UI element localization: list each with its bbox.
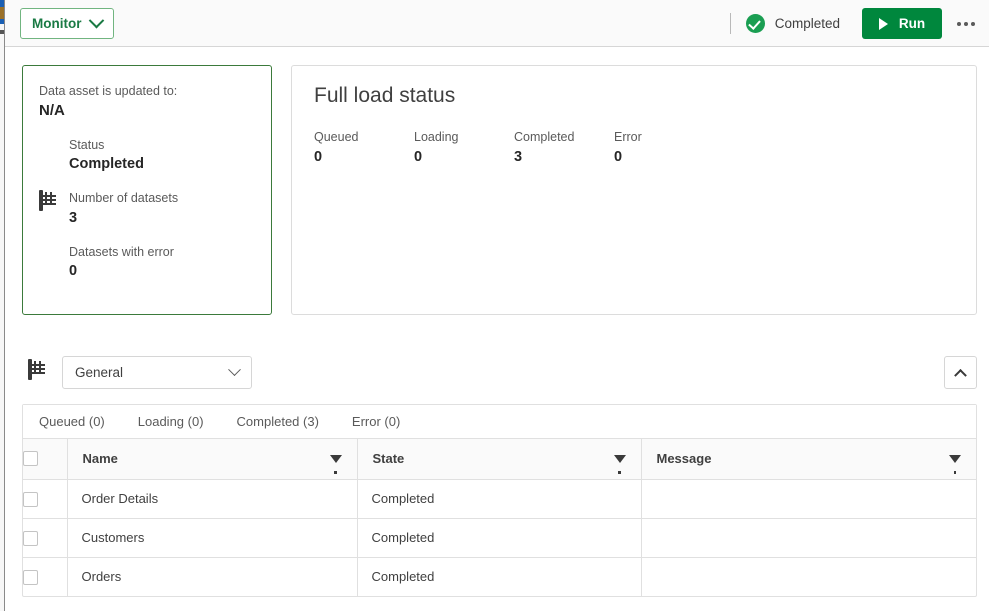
datasets-table: Name State Message Order Details Complet… [23,439,976,596]
check-circle-icon [39,137,59,172]
checkbox-icon[interactable] [23,451,38,467]
metric-number-of-datasets: Number of datasets 3 [39,190,255,226]
app-root: Monitor Completed Run Data asset is upda… [0,0,989,611]
asset-updated-value: N/A [39,102,65,119]
filter-funnel-icon[interactable] [329,454,342,475]
metric-value: 3 [69,209,78,226]
kebab-menu-icon[interactable] [948,4,984,44]
stat-completed: Completed 3 [514,130,614,165]
table-toolbar: General [22,352,977,394]
stat-label: Queued [314,130,359,144]
chevron-up-icon [954,368,967,382]
cell-name: Orders [67,557,358,596]
header-status-label: Completed [774,16,840,31]
table-row[interactable]: Order Details Completed [23,479,976,519]
app-header: Monitor Completed Run [5,0,989,47]
left-rail-sliver [0,0,5,611]
table-row[interactable]: Orders Completed [23,557,976,596]
rail-mark [0,30,4,34]
check-circle-icon [745,14,765,33]
stat-error: Error 0 [614,130,714,165]
cell-state: Completed [357,479,642,519]
metric-status: Status Completed [39,137,255,172]
table-grid-icon [28,359,32,380]
stat-label: Completed [514,130,575,144]
monitor-dropdown-label: Monitor [32,16,82,31]
cell-state: Completed [357,518,642,558]
status-tabs: Queued (0) Loading (0) Completed (3) Err… [23,405,976,439]
tab-error[interactable]: Error (0) [352,414,400,429]
row-select-cell [23,518,68,558]
cell-message [641,479,976,519]
column-header-name[interactable]: Name [67,439,358,480]
cell-name: Order Details [67,479,358,519]
asset-updated-label: Data asset is updated to: [39,84,178,98]
column-label: Name [82,451,118,467]
panel-title: Full load status [314,84,456,107]
select-all-header [23,439,68,480]
full-load-status-panel: Full load status Queued 0 Loading 0 Comp… [291,65,977,315]
table-header-row: Name State Message [23,439,976,480]
cell-name: Customers [67,518,358,558]
metric-value: Completed [69,156,144,173]
row-select-cell [23,557,68,596]
rail-mark [0,0,4,7]
data-asset-summary-card: Data asset is updated to: N/A Status Com… [22,65,272,315]
cell-message [641,518,976,558]
header-divider [729,13,731,34]
stat-value: 0 [414,149,423,165]
error-exclamation-icon [39,244,59,279]
stat-value: 0 [614,149,623,165]
column-header-state[interactable]: State [357,439,642,480]
run-button[interactable]: Run [862,8,942,39]
checkbox-icon[interactable] [23,530,38,546]
rail-mark [0,7,4,19]
stat-queued: Queued 0 [314,130,414,165]
filter-funnel-icon[interactable] [613,454,626,475]
run-button-label: Run [898,16,926,31]
metric-label: Number of datasets [69,191,179,206]
header-right-group: Completed Run [729,0,989,47]
table-grid-icon [39,190,59,225]
chevron-down-icon [228,363,241,377]
row-select-cell [23,479,68,519]
collapse-panel-button[interactable] [944,356,977,389]
metric-datasets-with-error: Datasets with error 0 [39,244,255,279]
view-select-value: General [75,365,124,380]
filter-funnel-icon[interactable] [949,454,961,475]
checkbox-icon[interactable] [23,491,38,507]
table-row[interactable]: Customers Completed [23,518,976,558]
metric-value: 0 [69,262,78,279]
metric-label: Status [69,138,105,152]
stat-label: Error [614,130,642,144]
metric-label: Datasets with error [69,244,174,259]
view-select[interactable]: General [62,356,252,389]
stat-label: Loading [414,130,459,144]
cell-state: Completed [357,557,642,596]
tab-completed[interactable]: Completed (3) [237,414,319,429]
datasets-table-container: Queued (0) Loading (0) Completed (3) Err… [22,404,977,597]
checkbox-icon[interactable] [23,569,38,585]
column-header-message[interactable]: Message [641,439,976,480]
stat-loading: Loading 0 [414,130,514,165]
stat-value: 3 [514,149,523,165]
stat-value: 0 [314,149,323,165]
cell-message [641,557,976,596]
header-status: Completed [745,14,840,33]
column-label: State [372,451,405,467]
rail-mark [0,19,4,24]
chevron-down-icon [88,12,104,29]
play-icon [878,17,888,30]
column-label: Message [656,451,712,467]
monitor-dropdown-button[interactable]: Monitor [20,8,114,39]
tab-queued[interactable]: Queued (0) [39,414,105,429]
tab-loading[interactable]: Loading (0) [138,414,204,429]
load-status-stats: Queued 0 Loading 0 Completed 3 Error 0 [314,130,954,165]
